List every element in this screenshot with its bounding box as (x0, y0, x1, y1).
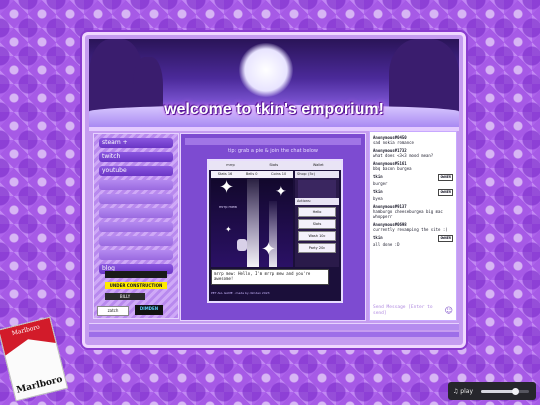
billy-badge[interactable]: BILLY (105, 293, 145, 300)
chat-username: tkin (373, 189, 383, 194)
main-heading (185, 138, 361, 145)
game-header-item: mrrp (226, 163, 235, 167)
owner-badge: OWNER (438, 174, 453, 181)
nav-item[interactable] (99, 250, 173, 260)
chat-text: burger (373, 181, 388, 186)
nav-item[interactable] (99, 180, 173, 190)
main-content: tip: grab a pie & join the chat below mr… (180, 133, 366, 321)
music-player: ♫ play (448, 382, 536, 400)
zatch-badge[interactable]: zatch (97, 306, 129, 316)
game-footer: PET ALL GAME · made by dimden 2023 (211, 291, 270, 295)
wash-button[interactable]: Wash 10c (298, 231, 336, 241)
chat-message: Anonymous#0698 currently revamping the s… (373, 222, 453, 232)
game-header-item: Stats (269, 163, 279, 167)
volume-slider[interactable] (481, 387, 529, 395)
game-stats: Stats 16 Bells 0 Coins 10 (211, 171, 293, 178)
slots-button[interactable]: Slots (298, 219, 336, 229)
light-beam (247, 179, 259, 267)
emoji-icon[interactable]: ☺ (445, 306, 453, 315)
star-icon: ✦ (225, 225, 232, 234)
game-stat: Stats 16 (217, 172, 233, 176)
cigarette-pack-image: Marlboro Marlboro (0, 316, 69, 402)
pet-game[interactable]: mrrp Stats Wallet Stats 16 Bells 0 Coins… (207, 159, 343, 303)
site-title: welcome to tkin's emporium! (164, 101, 384, 118)
chat-text: bbq bacon burgea (373, 166, 412, 171)
star-icon: ✦ (219, 179, 235, 198)
chat-message: Anonymous#5161 bbq bacon burgea (373, 161, 453, 171)
chat-text: currently revamping the site :) (373, 227, 448, 232)
dimden-badge[interactable]: DIMDEN (135, 305, 163, 315)
game-sidebar: Shop: (5c) Actions: Hello Slots Wash 10c… (295, 171, 339, 267)
game-stat: Coins 10 (271, 172, 287, 176)
chat-message: tkin OWNER byea (373, 189, 453, 201)
chat-username: tkin (373, 235, 383, 240)
chat-text: what does <3<3 mood mean? (373, 153, 434, 158)
chat-text: byea (373, 196, 383, 201)
chat-message: tkin OWNER burger (373, 174, 453, 186)
volume-knob[interactable] (511, 387, 519, 395)
pack-brand: Marlboro (15, 374, 64, 396)
site-badge[interactable] (105, 271, 167, 278)
nav-item[interactable] (99, 208, 173, 218)
play-label: play (460, 387, 473, 395)
play-button[interactable]: ♫ play (453, 388, 473, 395)
nav-item[interactable] (99, 236, 173, 246)
chat-input[interactable]: Send Message [Enter to send] (373, 305, 443, 317)
chat-text: hamburgo cheeseburgea big mac whopperr (373, 209, 443, 219)
chat-username: tkin (373, 174, 383, 179)
main-subheading: tip: grab a pie & join the chat below (228, 148, 318, 154)
shop-items[interactable] (298, 180, 336, 198)
moon-image (239, 43, 293, 97)
nav-item-twitch[interactable]: twitch (99, 152, 173, 162)
star-icon: ✦ (275, 184, 287, 200)
chat-message: Anonymous#0450 sad nokia romance (373, 135, 453, 145)
chat-message: Anonymous#9137 hamburgo cheeseburgea big… (373, 204, 453, 219)
footer-bar (89, 323, 459, 330)
shop-label: Shop: (5c) (295, 171, 339, 178)
star-icon: ✦ (261, 239, 277, 260)
game-header-item: Wallet (312, 163, 324, 167)
nav-item[interactable] (99, 194, 173, 204)
volume-fill (481, 389, 515, 393)
game-playfield[interactable]: ✦ ✦ ✦ ✦ mrrp mew (211, 179, 293, 267)
chat-text: sad nokia romance (373, 140, 414, 145)
nav-item-steam[interactable]: steam + (99, 138, 173, 148)
nav-item[interactable] (99, 222, 173, 232)
footer-bar (89, 332, 459, 337)
chat-message: Anonymous#1732 what does <3<3 mood mean? (373, 148, 453, 158)
under-construction-badge: UNDER CONSTRUCTION (105, 282, 167, 289)
header-banner: welcome to tkin's emporium! (89, 39, 459, 127)
sidebar-nav: steam + twitch youtube blog (93, 133, 179, 319)
owner-badge: OWNER (438, 235, 453, 242)
chat-message: tkin OWNER all done :D (373, 235, 453, 247)
player-label: mrrp mew (219, 205, 237, 209)
game-header: mrrp Stats Wallet (209, 161, 341, 170)
owner-badge: OWNER (438, 189, 453, 196)
nav-item-youtube[interactable]: youtube (99, 166, 173, 176)
chat-text: all done :D (373, 242, 400, 247)
site-frame: welcome to tkin's emporium! steam + twit… (82, 32, 466, 348)
hello-button[interactable]: Hello (298, 207, 336, 217)
actions-label: Actions: (295, 198, 339, 205)
cat-sprite[interactable] (237, 239, 247, 251)
game-chat-box: mrrp mew: Hello, I'm mrrp mew and you're… (211, 269, 329, 285)
game-stat: Bells 0 (245, 172, 258, 176)
chat-panel: Anonymous#0450 sad nokia romance Anonymo… (369, 131, 457, 321)
party-button[interactable]: Party 20c (298, 243, 336, 253)
